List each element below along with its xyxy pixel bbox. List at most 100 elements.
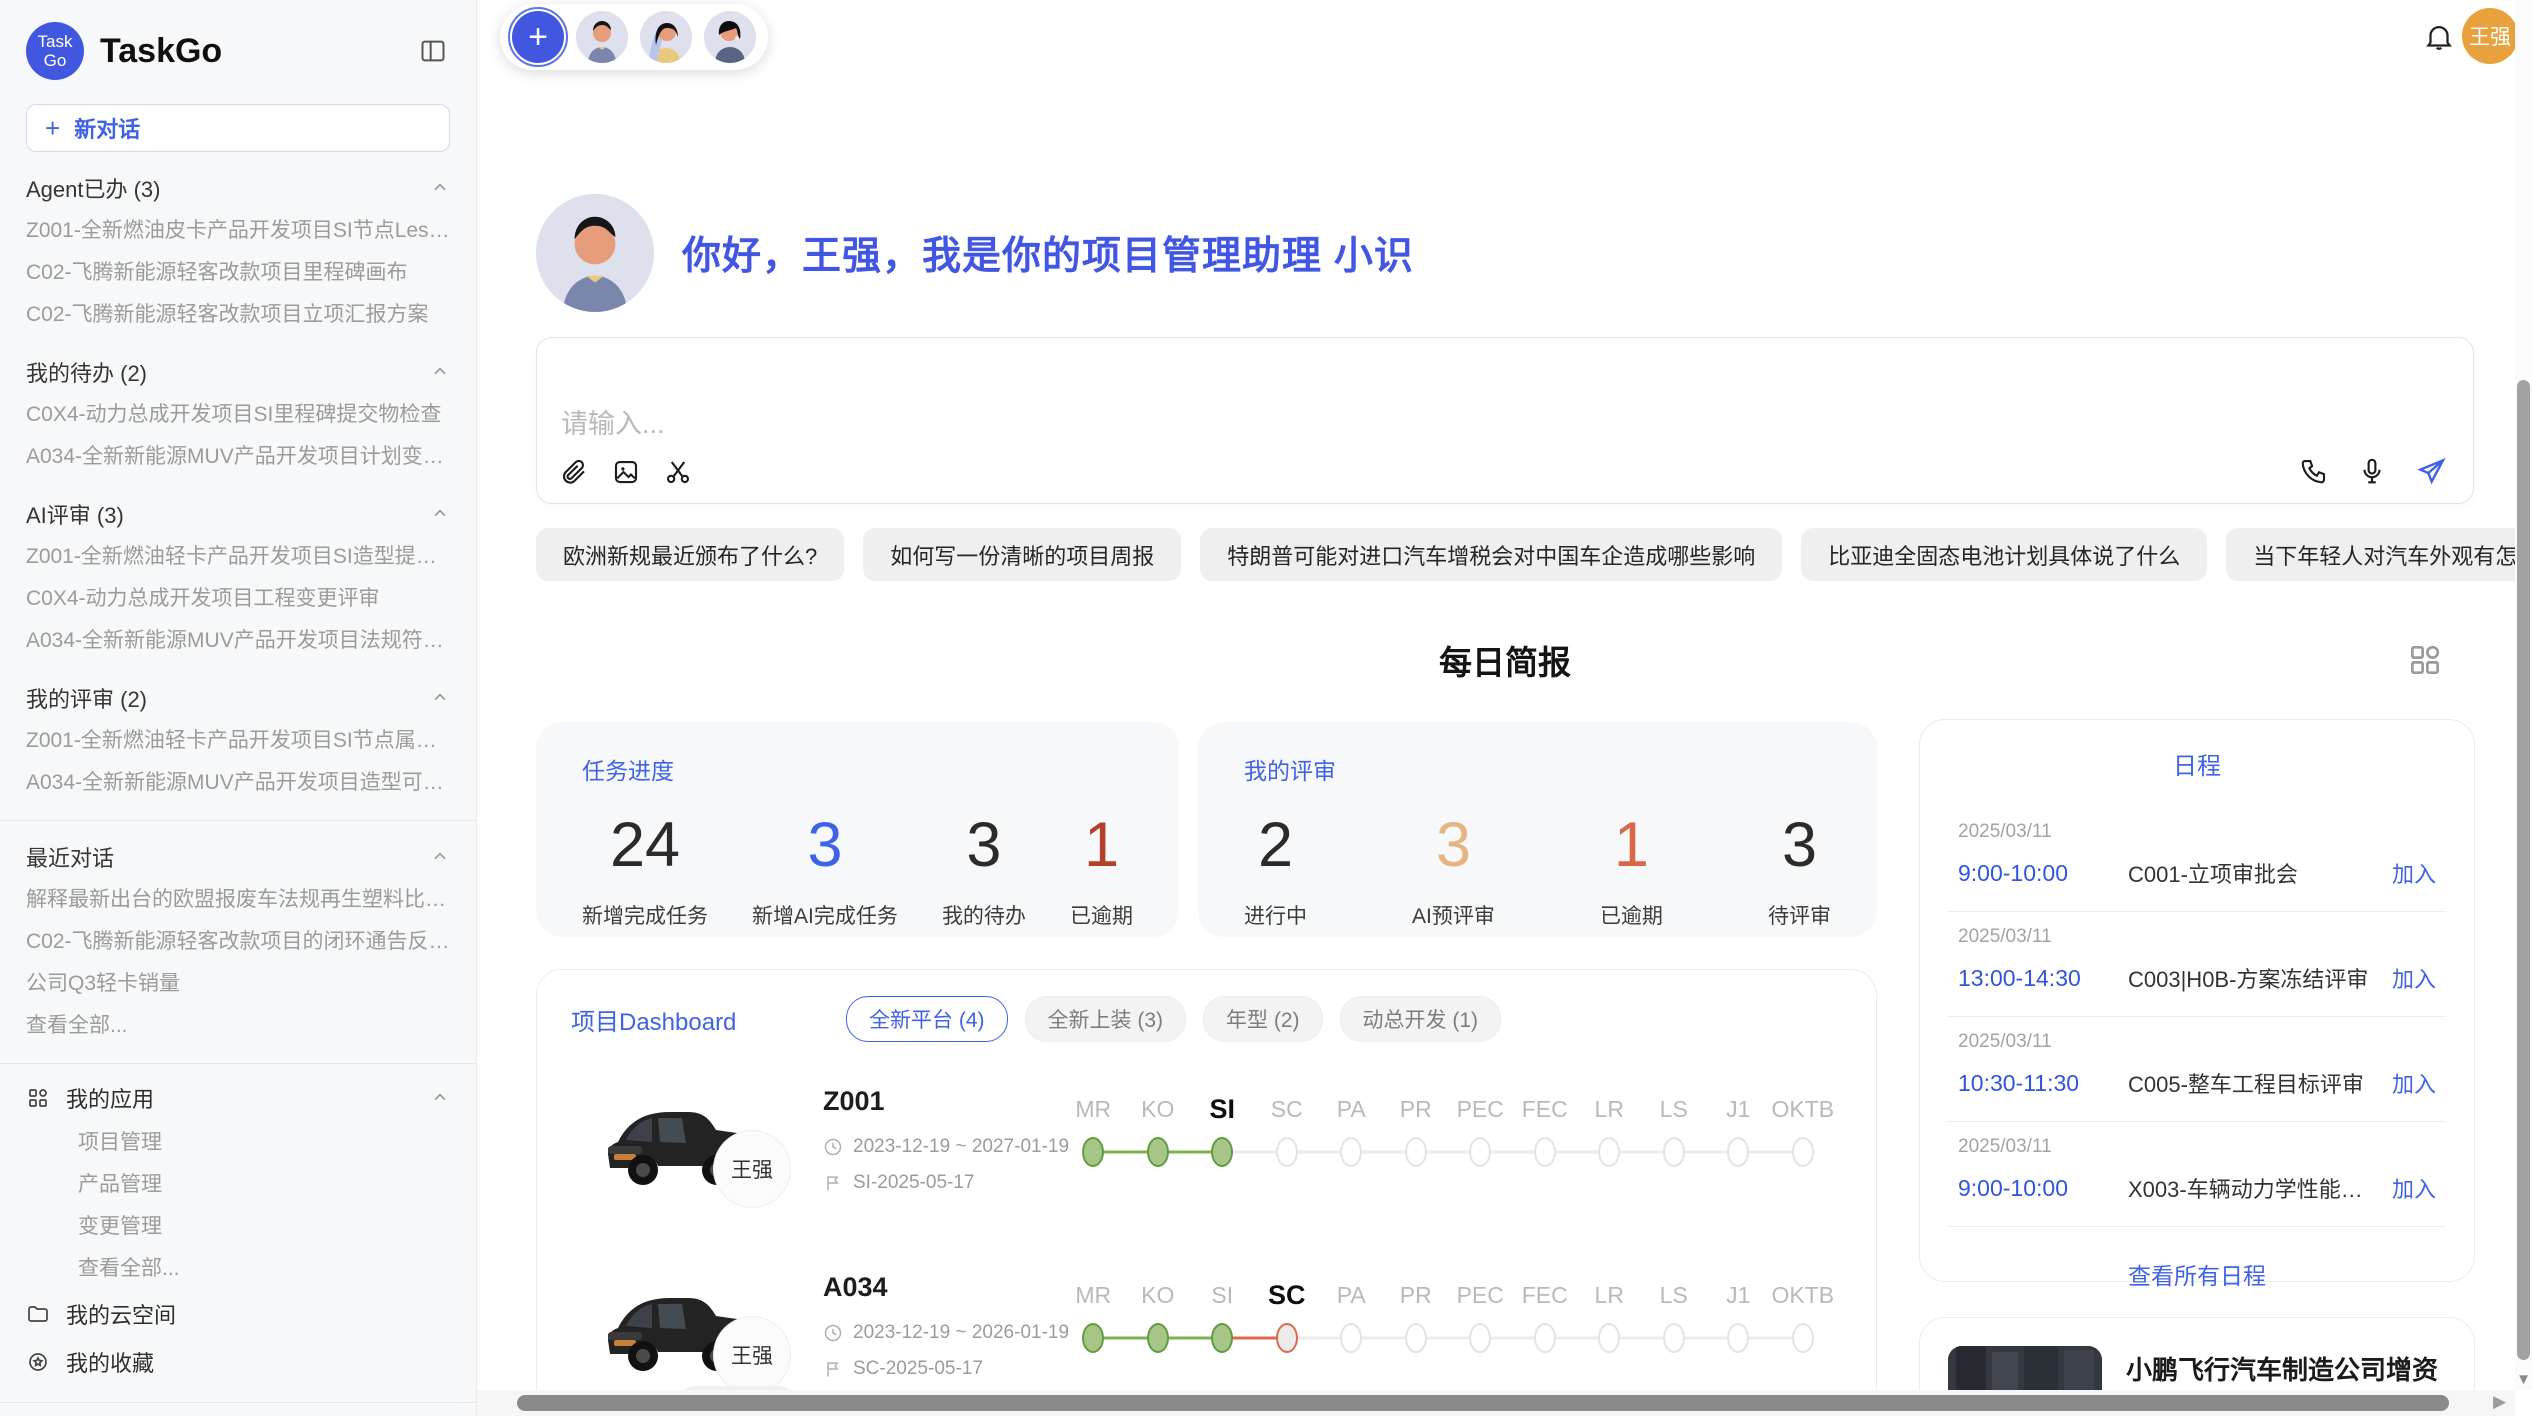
chevron-up-icon[interactable] (430, 1088, 450, 1108)
recent-chat-item[interactable]: 解释最新出台的欧盟报废车法规再生塑料比例被调至15%... (26, 879, 450, 921)
chat-input-placeholder[interactable]: 请输入... (561, 402, 665, 441)
notification-bell-icon[interactable] (2422, 20, 2456, 59)
sidebar-section-header[interactable]: AI评审 (3) (26, 492, 450, 536)
suggestion-chip[interactable]: 特朗普可能对进口汽车增税会对中国车企造成哪些影响 (1200, 528, 1782, 581)
app-shortcut-item[interactable]: 变更管理 (26, 1206, 450, 1248)
cloud-space-label: 我的云空间 (66, 1298, 176, 1330)
flag-icon (823, 1359, 843, 1379)
view-all-chats-link[interactable]: 查看全部... (26, 1005, 450, 1047)
microphone-icon[interactable] (2357, 456, 2387, 486)
assistant-avatar-1[interactable] (576, 11, 628, 63)
assistant-avatar-2[interactable] (640, 11, 692, 63)
scissors-icon[interactable] (663, 457, 693, 487)
sidebar-section-header[interactable]: Agent已办 (3) (26, 166, 450, 210)
schedule-event-title: C001-立项审批会 (2128, 857, 2380, 889)
sidebar-item-cloud-space[interactable]: 我的云空间 (26, 1290, 450, 1338)
view-all-schedule-link[interactable]: 查看所有日程 (1920, 1257, 2474, 1291)
dashboard-filter-active[interactable]: 全新平台 (4) (846, 996, 1008, 1042)
dashboard-filter-pill[interactable]: 年型 (2) (1203, 996, 1323, 1042)
milestone-node-future (1276, 1137, 1298, 1167)
phone-icon[interactable] (2299, 456, 2329, 486)
scroll-down-arrow-icon[interactable]: ▼ (2516, 1371, 2531, 1388)
send-icon[interactable] (2415, 455, 2447, 487)
image-icon[interactable] (611, 457, 641, 487)
join-meeting-link[interactable]: 加入 (2392, 1067, 2436, 1099)
stat-label: 新增AI完成任务 (752, 900, 898, 930)
project-row: 王强Z0012023-12-19 ~ 2027-01-19SI-2025-05-… (537, 1078, 1876, 1240)
sidebar-task-item[interactable]: Z001-全新燃油皮卡产品开发项目SI节点Lesson Learn报告 (26, 210, 450, 252)
new-chat-button[interactable]: + 新对话 (26, 104, 450, 152)
app-shortcut-item[interactable]: 项目管理 (26, 1122, 450, 1164)
milestone: LR (1577, 1274, 1642, 1360)
stat-item: 2进行中 (1244, 812, 1307, 930)
join-meeting-link[interactable]: 加入 (2392, 1172, 2436, 1204)
join-meeting-link[interactable]: 加入 (2392, 962, 2436, 994)
paperclip-icon[interactable] (559, 457, 589, 487)
view-all-apps-link[interactable]: 查看全部... (26, 1248, 450, 1290)
suggestion-chip[interactable]: 当下年轻人对汽车外观有怎样的喜好趋势 (2226, 528, 2532, 581)
milestone-node-future (1598, 1137, 1620, 1167)
suggestion-chip[interactable]: 如何写一份清晰的项目周报 (863, 528, 1181, 581)
apps-grid-icon (26, 1086, 50, 1110)
sidebar-task-item[interactable]: Z001-全新燃油轻卡产品开发项目SI造型提交物评审 (26, 536, 450, 578)
dashboard-filter-pill[interactable]: 动总开发 (1) (1340, 996, 1502, 1042)
milestone-node-future (1405, 1137, 1427, 1167)
layout-grid-icon[interactable] (2406, 641, 2444, 684)
milestone-node-area (1771, 1316, 1836, 1360)
milestone-node-future (1792, 1137, 1814, 1167)
sidebar-task-item[interactable]: C02-飞腾新能源轻客改款项目里程碑画布 (26, 252, 450, 294)
new-chat-label: 新对话 (74, 112, 140, 144)
sidebar-item-favorites[interactable]: 我的收藏 (26, 1338, 450, 1386)
schedule-date: 2025/03/11 (1958, 821, 2436, 843)
sidebar-task-item[interactable]: C02-飞腾新能源轻客改款项目立项汇报方案 (26, 294, 450, 336)
my-apps-label: 我的应用 (66, 1082, 414, 1114)
vertical-scrollbar-thumb[interactable] (2517, 380, 2530, 1360)
vertical-scrollbar[interactable]: ▼ (2515, 0, 2532, 1390)
dashboard-filter-pill[interactable]: 全新上装 (3) (1025, 996, 1187, 1042)
schedule-title: 日程 (1920, 746, 2474, 781)
sidebar-task-item[interactable]: C0X4-动力总成开发项目SI里程碑提交物检查 (26, 394, 450, 436)
horizontal-scrollbar-thumb[interactable] (517, 1395, 2449, 1411)
recent-chat-item[interactable]: C02-飞腾新能源轻客改款项目的闭环通告反馈情况 (26, 921, 450, 963)
milestone-label: LR (1595, 1088, 1624, 1130)
assistant-switcher: + (500, 4, 768, 70)
sidebar-task-item[interactable]: A034-全新新能源MUV产品开发项目计划变更表编写 (26, 436, 450, 478)
scroll-right-arrow-icon[interactable]: ▶ (2493, 1392, 2506, 1412)
chevron-up-icon[interactable] (430, 504, 450, 524)
project-name[interactable]: A034 (823, 1272, 888, 1303)
app-shortcut-item[interactable]: 产品管理 (26, 1164, 450, 1206)
join-meeting-link[interactable]: 加入 (2392, 857, 2436, 889)
add-assistant-button[interactable]: + (512, 11, 564, 63)
milestone: SC (1255, 1088, 1320, 1174)
sidebar-item-my-apps[interactable]: 我的应用 (26, 1074, 450, 1122)
chevron-up-icon[interactable] (430, 362, 450, 382)
sidebar-section-recent[interactable]: 最近对话 (26, 835, 450, 879)
stat-item: 3AI预评审 (1412, 812, 1495, 930)
sidebar-task-item[interactable]: C0X4-动力总成开发项目工程变更评审 (26, 578, 450, 620)
suggestion-chip[interactable]: 比亚迪全固态电池计划具体说了什么 (1801, 528, 2207, 581)
chevron-up-icon[interactable] (430, 688, 450, 708)
user-avatar[interactable]: 王强 (2462, 8, 2518, 64)
recent-chat-item[interactable]: 公司Q3轻卡销量 (26, 963, 450, 1005)
chevron-up-icon[interactable] (430, 178, 450, 198)
project-name[interactable]: Z001 (823, 1086, 885, 1117)
chevron-up-icon[interactable] (430, 847, 450, 867)
suggestion-chip[interactable]: 欧洲新规最近颁布了什么? (536, 528, 844, 581)
horizontal-scrollbar[interactable]: ▶ (477, 1390, 2515, 1416)
sidebar-section-header[interactable]: 我的评审 (2) (26, 676, 450, 720)
flag-milestone-text: SI-2025-05-17 (853, 1172, 974, 1194)
sidebar-section-header[interactable]: 我的待办 (2) (26, 350, 450, 394)
sidebar-task-item[interactable]: A034-全新新能源MUV产品开发项目法规符合性评审 (26, 620, 450, 662)
stat-value: 1 (1614, 812, 1649, 878)
sidebar-task-item[interactable]: Z001-全新燃油轻卡产品开发项目SI节点属性5D文件评审 (26, 720, 450, 762)
stat-value: 3 (1782, 812, 1817, 878)
milestone-node-future (1534, 1137, 1556, 1167)
schedule-line: 10:30-11:30C005-整车工程目标评审加入 (1958, 1067, 2436, 1099)
assistant-avatar-3[interactable] (704, 11, 756, 63)
chat-input-card[interactable]: 请输入... (536, 337, 2474, 504)
milestone-node-future (1663, 1137, 1685, 1167)
sidebar-collapse-icon[interactable] (416, 34, 450, 68)
sidebar-task-item[interactable]: A034-全新新能源MUV产品开发项目造型可行性评审 (26, 762, 450, 804)
favorites-label: 我的收藏 (66, 1346, 154, 1378)
milestone-label: SI (1209, 1088, 1235, 1130)
